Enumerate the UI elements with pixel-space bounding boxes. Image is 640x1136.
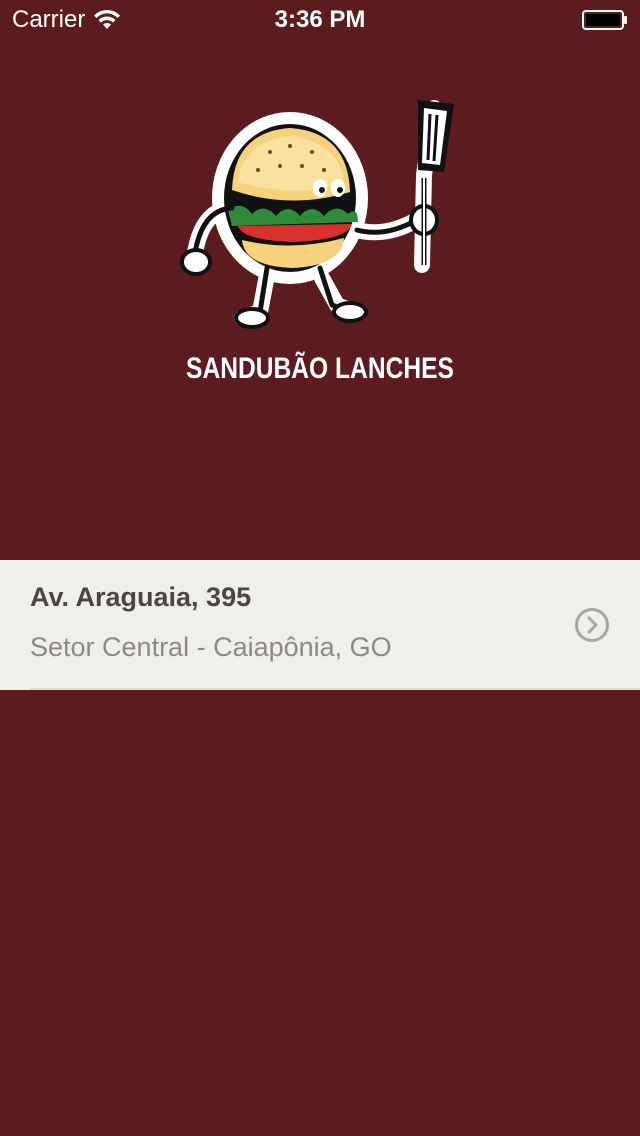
location-cell[interactable]: Av. Araguaia, 395 Setor Central - Caiapô…	[0, 560, 640, 690]
battery-icon	[582, 10, 627, 30]
cell-separator	[0, 688, 30, 690]
status-bar: Carrier 3:36 PM	[0, 0, 640, 40]
status-time: 3:36 PM	[274, 6, 366, 33]
burger-mascot-logo	[180, 100, 454, 329]
brand-name: SANDUBÃO LANCHES	[186, 352, 454, 385]
address-street: Av. Araguaia, 395	[30, 582, 252, 612]
address-city: Setor Central - Caiapônia, GO	[30, 632, 392, 662]
chevron-right-circle-icon[interactable]	[574, 607, 610, 643]
